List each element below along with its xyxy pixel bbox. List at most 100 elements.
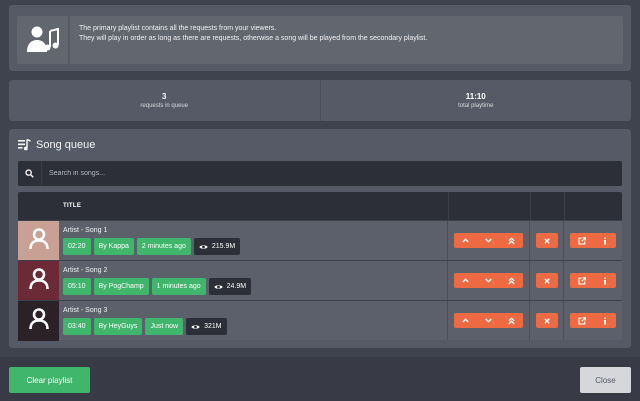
move-down-button[interactable] bbox=[477, 233, 500, 248]
added-time-badge: Just now bbox=[145, 318, 184, 335]
song-badges: 03:40 By HeyGuys Just now 321M bbox=[63, 318, 447, 335]
header-divider bbox=[564, 192, 565, 220]
close-icon bbox=[543, 317, 550, 324]
queue-table: TITLE Artist - Song 1 02:20 By Kappa 2 minu… bbox=[18, 192, 622, 341]
info-icon bbox=[603, 316, 607, 325]
external-link-icon bbox=[577, 236, 586, 245]
column-title: TITLE bbox=[63, 203, 82, 209]
header-divider bbox=[530, 192, 531, 220]
chevron-up-icon bbox=[462, 278, 469, 283]
song-actions bbox=[564, 301, 622, 340]
eye-icon bbox=[199, 244, 208, 250]
open-link-button[interactable] bbox=[570, 273, 593, 288]
song-info: Artist - Song 2 05:10 By PogChamp 1 minutes… bbox=[59, 261, 448, 300]
search-bar bbox=[18, 161, 622, 186]
info-card: The primary playlist contains all the re… bbox=[9, 5, 631, 71]
song-actions bbox=[564, 261, 622, 300]
table-row: Artist - Song 1 02:20 By Kappa 2 minutes ag… bbox=[18, 220, 622, 261]
song-badges: 05:10 By PogChamp 1 minutes ago 24.9M bbox=[63, 278, 447, 295]
search-icon-box bbox=[18, 161, 42, 186]
views-count: 321M bbox=[204, 323, 222, 330]
requester-badge: By PogChamp bbox=[93, 278, 149, 295]
stat-requests: 3 requests in queue bbox=[9, 80, 320, 121]
move-up-button[interactable] bbox=[454, 313, 477, 328]
queue-title: Song queue bbox=[36, 139, 96, 151]
delete-controls bbox=[530, 261, 564, 300]
song-name: Artist - Song 2 bbox=[63, 267, 108, 274]
song-thumbnail bbox=[18, 301, 59, 341]
song-info: Artist - Song 1 02:20 By Kappa 2 minutes ag… bbox=[59, 221, 448, 260]
open-link-button[interactable] bbox=[570, 233, 593, 248]
info-panel: The primary playlist contains all the re… bbox=[17, 16, 623, 64]
chevron-down-icon bbox=[485, 318, 492, 323]
avatar-icon bbox=[28, 267, 50, 296]
stats-card: 3 requests in queue 11:10 total playtime bbox=[9, 80, 631, 121]
move-up-button[interactable] bbox=[454, 233, 477, 248]
close-icon bbox=[543, 237, 550, 244]
chevron-up-icon bbox=[462, 238, 469, 243]
search-icon bbox=[25, 169, 34, 178]
move-to-top-button[interactable] bbox=[500, 233, 523, 248]
song-name: Artist - Song 1 bbox=[63, 227, 108, 234]
user-music-icon bbox=[26, 26, 59, 52]
move-up-button[interactable] bbox=[454, 273, 477, 288]
remove-song-button[interactable] bbox=[535, 233, 558, 248]
info-icon-box bbox=[17, 16, 70, 64]
info-line-2: They will play in order as long as there… bbox=[79, 35, 428, 42]
info-button[interactable] bbox=[593, 233, 616, 248]
requests-label: requests in queue bbox=[140, 102, 189, 109]
move-to-top-button[interactable] bbox=[500, 273, 523, 288]
move-down-button[interactable] bbox=[477, 313, 500, 328]
duration-badge: 02:20 bbox=[63, 238, 91, 255]
external-link-icon bbox=[577, 276, 586, 285]
remove-song-button[interactable] bbox=[535, 273, 558, 288]
requests-count: 3 bbox=[162, 91, 167, 101]
info-icon bbox=[603, 276, 607, 285]
close-icon bbox=[543, 277, 550, 284]
move-to-top-button[interactable] bbox=[500, 313, 523, 328]
duration-badge: 03:40 bbox=[63, 318, 91, 335]
footer: Clear playlist Close bbox=[0, 357, 640, 401]
header-divider bbox=[448, 192, 449, 220]
move-down-button[interactable] bbox=[477, 273, 500, 288]
song-thumbnail bbox=[18, 261, 59, 301]
views-badge: 24.9M bbox=[208, 278, 252, 295]
info-button[interactable] bbox=[593, 313, 616, 328]
double-chevron-up-icon bbox=[508, 236, 515, 245]
eye-icon bbox=[213, 284, 223, 290]
table-row: Artist - Song 2 05:10 By PogChamp 1 minutes… bbox=[18, 260, 622, 301]
external-link-icon bbox=[577, 316, 586, 325]
queue-header: Song queue bbox=[18, 137, 95, 153]
open-link-button[interactable] bbox=[570, 313, 593, 328]
song-name: Artist - Song 3 bbox=[63, 307, 108, 314]
table-header: TITLE bbox=[18, 192, 622, 220]
avatar-icon bbox=[28, 307, 50, 336]
info-button[interactable] bbox=[593, 273, 616, 288]
move-controls bbox=[448, 261, 530, 300]
avatar-icon bbox=[28, 227, 50, 256]
views-badge: 321M bbox=[186, 318, 227, 335]
stat-playtime: 11:10 total playtime bbox=[319, 80, 632, 121]
search-input[interactable] bbox=[42, 161, 622, 186]
chevron-up-icon bbox=[462, 318, 469, 323]
duration-badge: 05:10 bbox=[63, 278, 91, 295]
added-time-badge: 2 minutes ago bbox=[136, 238, 191, 255]
remove-song-button[interactable] bbox=[535, 313, 558, 328]
move-controls bbox=[448, 221, 530, 260]
move-controls bbox=[448, 301, 530, 340]
requester-badge: By Kappa bbox=[93, 238, 134, 255]
playlist-icon bbox=[18, 139, 31, 151]
eye-icon bbox=[191, 324, 200, 330]
chevron-down-icon bbox=[485, 238, 492, 243]
song-info: Artist - Song 3 03:40 By HeyGuys Just now 32… bbox=[59, 301, 448, 340]
playtime-value: 11:10 bbox=[465, 91, 486, 101]
chevron-down-icon bbox=[485, 278, 492, 283]
info-icon bbox=[603, 236, 607, 245]
song-rows: Artist - Song 1 02:20 By Kappa 2 minutes ag… bbox=[18, 220, 622, 341]
views-count: 215.9M bbox=[211, 243, 236, 250]
views-count: 24.9M bbox=[226, 283, 247, 290]
close-button[interactable]: Close bbox=[580, 367, 631, 393]
playtime-label: total playtime bbox=[458, 102, 494, 109]
song-actions bbox=[564, 221, 622, 260]
clear-playlist-button[interactable]: Clear playlist bbox=[9, 367, 90, 393]
